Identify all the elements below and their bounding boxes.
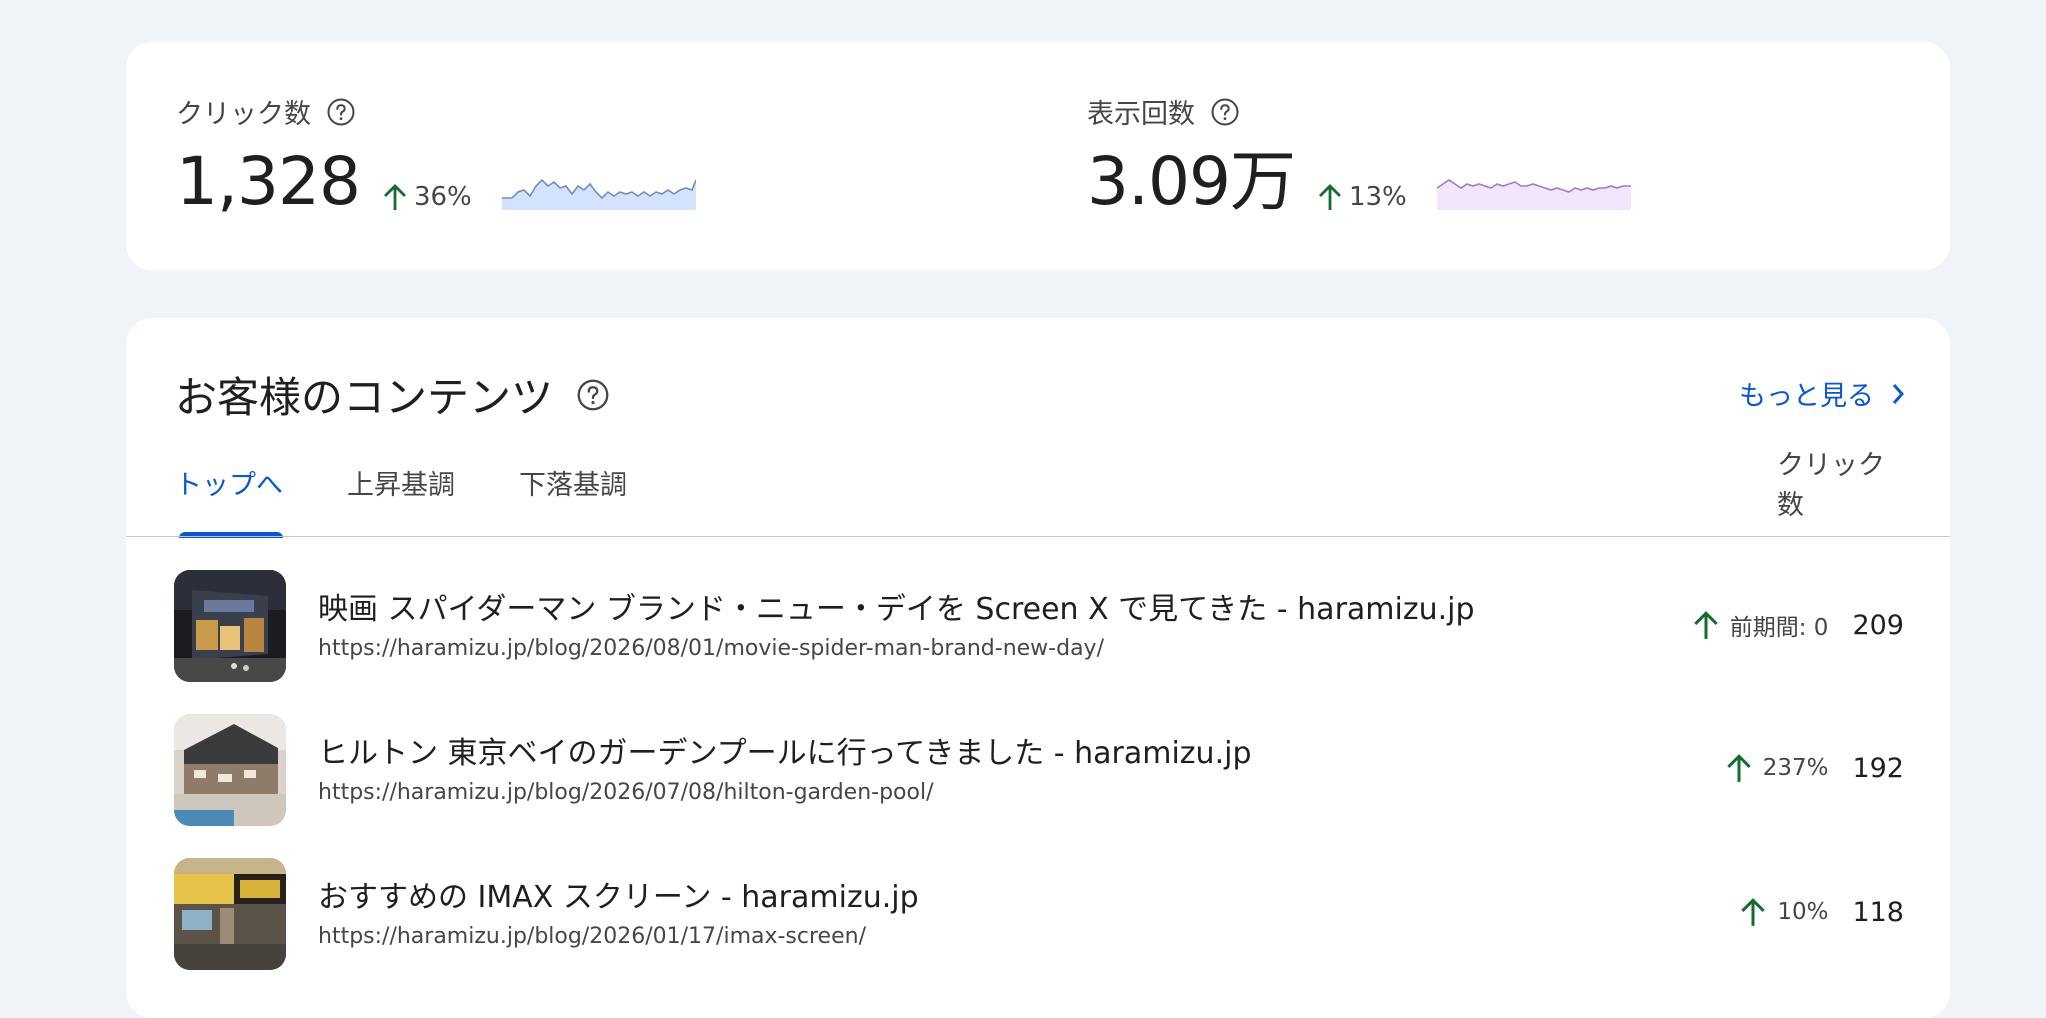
help-icon[interactable] bbox=[1211, 98, 1239, 126]
see-more-label: もっと見る bbox=[1739, 381, 1874, 412]
row-change: 前期間: 0 bbox=[1692, 608, 1829, 642]
list-item[interactable]: 映画 スパイダーマン ブランド・ニュー・デイを Screen X で見てきた -… bbox=[174, 570, 1904, 682]
arrow-up-icon bbox=[383, 184, 406, 210]
content-tabs: トップへ 上昇基調 下落基調 bbox=[175, 466, 691, 538]
metrics-card: クリック数 1,328 36% 表示回数 3.09万 13% bbox=[126, 42, 1950, 270]
clicks-change: 36% bbox=[382, 182, 472, 212]
clicks-sparkline bbox=[501, 178, 696, 210]
row-clicks: 118 bbox=[1852, 896, 1904, 928]
arrow-up-icon bbox=[1694, 611, 1718, 639]
row-title: 映画 スパイダーマン ブランド・ニュー・デイを Screen X で見てきた -… bbox=[318, 592, 1475, 627]
row-clicks: 209 bbox=[1852, 609, 1904, 641]
thumbnail-image bbox=[174, 714, 286, 826]
help-icon[interactable] bbox=[327, 98, 355, 126]
content-card: お客様のコンテンツ もっと見る トップへ 上昇基調 下落基調 クリック数 映画 … bbox=[126, 318, 1950, 1018]
row-change-value: 前期間: 0 bbox=[1729, 615, 1829, 641]
impressions-value: 3.09万 bbox=[1087, 143, 1296, 220]
row-title: ヒルトン 東京ベイのガーデンプールに行ってきました - haramizu.jp bbox=[318, 736, 1252, 771]
arrow-up-icon bbox=[1318, 184, 1341, 210]
tab-top[interactable]: トップへ bbox=[175, 466, 283, 538]
row-url: https://haramizu.jp/blog/2026/01/17/imax… bbox=[318, 924, 866, 949]
arrow-up-icon bbox=[1726, 754, 1751, 782]
help-icon[interactable] bbox=[577, 379, 609, 411]
clicks-column-header[interactable]: クリック数 bbox=[1777, 446, 1897, 526]
thumbnail-image bbox=[174, 858, 286, 970]
impressions-sparkline bbox=[1436, 179, 1631, 210]
see-more-link[interactable]: もっと見る bbox=[1739, 374, 1906, 413]
row-title: おすすめの IMAX スクリーン - haramizu.jp bbox=[318, 880, 919, 915]
impressions-label: 表示回数 bbox=[1087, 99, 1195, 130]
tab-rising[interactable]: 上昇基調 bbox=[347, 466, 455, 538]
divider bbox=[126, 536, 1950, 537]
row-change-value: 237% bbox=[1762, 755, 1829, 781]
row-change: 237% bbox=[1725, 752, 1829, 784]
impressions-change: 13% bbox=[1317, 182, 1407, 212]
row-clicks: 192 bbox=[1852, 752, 1904, 784]
chevron-right-icon bbox=[1892, 383, 1905, 404]
list-item[interactable]: おすすめの IMAX スクリーン - haramizu.jp https://h… bbox=[174, 858, 1904, 970]
row-change: 10% bbox=[1739, 896, 1828, 928]
impressions-change-value: 13% bbox=[1348, 182, 1407, 212]
arrow-up-icon bbox=[1741, 898, 1766, 926]
thumbnail-image bbox=[174, 570, 286, 682]
row-change-value: 10% bbox=[1777, 899, 1829, 925]
row-url: https://haramizu.jp/blog/2026/08/01/movi… bbox=[318, 636, 1104, 661]
tab-falling[interactable]: 下落基調 bbox=[519, 466, 627, 538]
row-url: https://haramizu.jp/blog/2026/07/08/hilt… bbox=[318, 780, 934, 805]
content-title: お客様のコンテンツ bbox=[175, 373, 554, 422]
clicks-label: クリック数 bbox=[176, 99, 311, 130]
clicks-value: 1,328 bbox=[176, 143, 361, 220]
clicks-change-value: 36% bbox=[413, 182, 472, 212]
list-item[interactable]: ヒルトン 東京ベイのガーデンプールに行ってきました - haramizu.jp … bbox=[174, 714, 1904, 826]
